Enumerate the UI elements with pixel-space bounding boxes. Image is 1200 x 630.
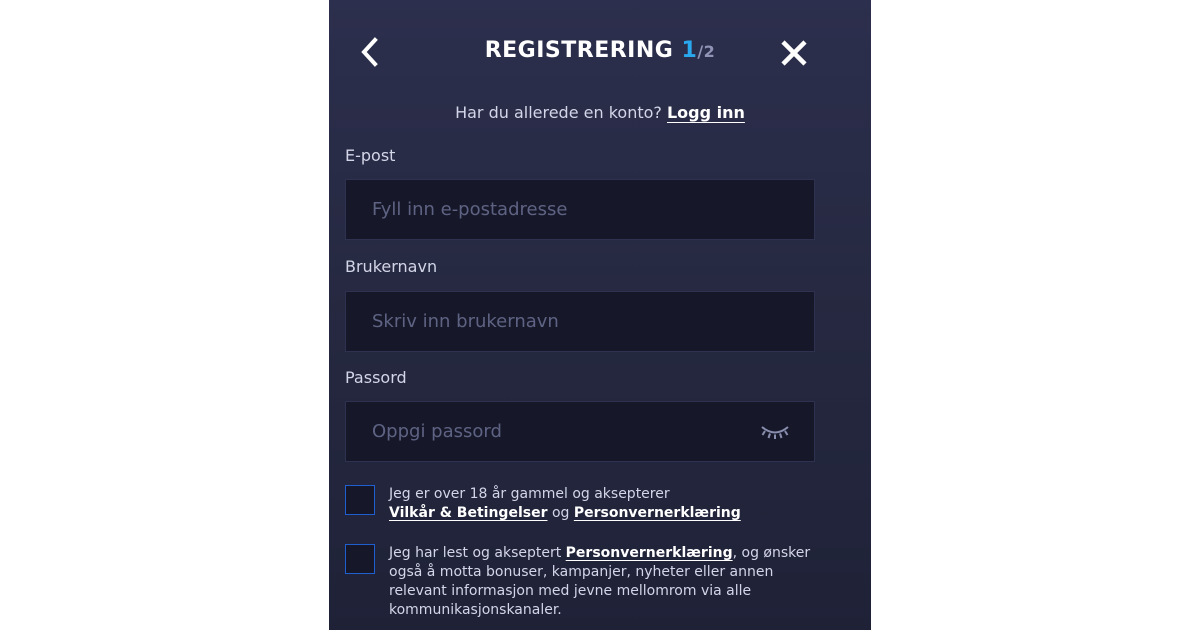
email-label: E-post [345, 146, 396, 165]
terms-checkbox[interactable] [345, 485, 375, 515]
registration-panel: REGISTRERING 1/2 Har du allerede en kont… [329, 0, 871, 630]
password-input[interactable] [346, 402, 814, 461]
marketing-consent-row: Jeg har lest og akseptert Personvernerkl… [345, 544, 825, 624]
username-label: Brukernavn [345, 257, 438, 276]
title-text: REGISTRERING [484, 38, 674, 63]
terms-consent-text: Jeg er over 18 år gammel og aksepterer V… [389, 485, 825, 523]
terms-text-middle: og [551, 505, 570, 521]
email-input[interactable] [346, 180, 814, 239]
username-field-box [345, 291, 815, 352]
close-button[interactable] [777, 36, 811, 70]
header: REGISTRERING 1/2 [329, 32, 871, 72]
login-prompt-text: Har du allerede en konto? [455, 103, 662, 122]
step-current: 1 [681, 38, 698, 63]
username-input[interactable] [346, 292, 814, 351]
login-prompt: Har du allerede en konto? Logg inn [329, 101, 871, 125]
marketing-checkbox[interactable] [345, 544, 375, 574]
step-total: /2 [697, 42, 716, 61]
terms-text-before: Jeg er over 18 år gammel og aksepterer [389, 486, 670, 502]
login-link[interactable]: Logg inn [667, 103, 745, 122]
marketing-privacy-link[interactable]: Personvernerklæring [566, 545, 733, 561]
privacy-link[interactable]: Personvernerklæring [574, 505, 741, 521]
terms-link[interactable]: Vilkår & Betingelser [389, 505, 547, 521]
toggle-password-visibility-button[interactable] [758, 420, 792, 444]
password-field-box [345, 401, 815, 462]
marketing-consent-text: Jeg har lest og akseptert Personvernerkl… [389, 544, 825, 620]
password-label: Passord [345, 368, 407, 387]
eye-closed-icon [761, 426, 789, 439]
close-icon [781, 40, 807, 66]
terms-consent-row: Jeg er over 18 år gammel og aksepterer V… [345, 485, 825, 525]
marketing-text-before: Jeg har lest og akseptert [389, 545, 562, 561]
email-field-box [345, 179, 815, 240]
